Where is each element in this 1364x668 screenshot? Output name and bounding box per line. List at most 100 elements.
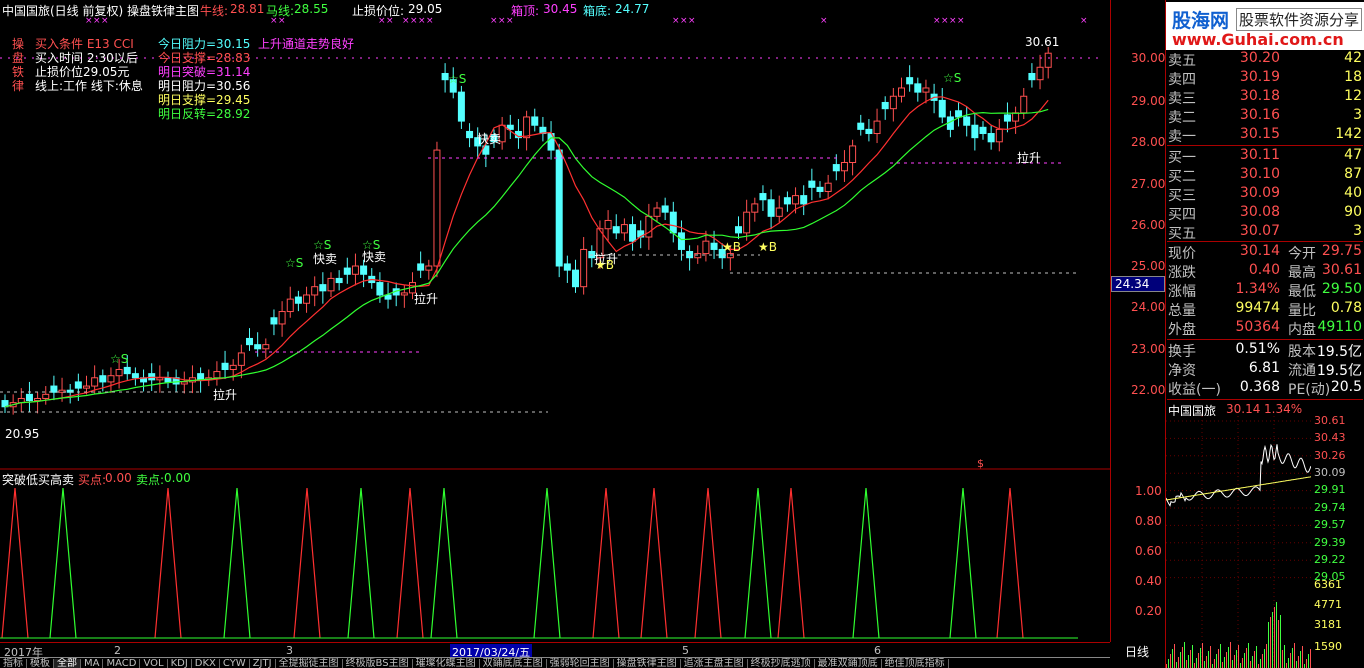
quote-label: 总量 bbox=[1168, 303, 1196, 319]
candle-body bbox=[653, 207, 661, 217]
mini-tick: 29.74 bbox=[1314, 501, 1346, 514]
quote-label: 涨跌 bbox=[1168, 265, 1196, 281]
volume-bar bbox=[1172, 649, 1173, 668]
tab-10[interactable]: 全提掘徒主图 bbox=[276, 659, 343, 668]
buy-level-label: 买二 bbox=[1168, 169, 1196, 185]
volume-bar bbox=[1196, 658, 1197, 668]
volume-bar bbox=[1168, 659, 1169, 668]
tab-9[interactable]: ZJTJ bbox=[250, 659, 276, 668]
tab-12[interactable]: 璀璨化蝶主图 bbox=[413, 659, 480, 668]
tab-19[interactable]: 绝佳顶底指标 bbox=[882, 659, 949, 668]
candle-body bbox=[898, 87, 905, 97]
tab-7[interactable]: DKX bbox=[192, 659, 220, 668]
sell-level-price: 30.16 bbox=[1239, 107, 1280, 123]
volume-bar bbox=[1280, 615, 1281, 668]
sell-fast-1: 快卖 bbox=[477, 132, 502, 146]
tab-17[interactable]: 终极抄底逃顶 bbox=[748, 659, 815, 668]
s-signal-6: ☆S bbox=[943, 71, 962, 85]
tab-11[interactable]: 终极版BS主图 bbox=[343, 659, 413, 668]
mini-tick: 29.22 bbox=[1314, 553, 1346, 566]
tab-2[interactable]: 全部 bbox=[54, 659, 81, 668]
quote-label-2: 内盘 bbox=[1288, 322, 1316, 338]
candle-body bbox=[889, 95, 897, 110]
candle-body bbox=[914, 83, 922, 93]
price-tick-3: 28.00 bbox=[1131, 135, 1166, 149]
tab-18[interactable]: 最准双鋪顶底 bbox=[815, 659, 882, 668]
candle-body bbox=[131, 373, 139, 379]
quote-row: 总量 99474 量比 0.78 bbox=[1168, 300, 1362, 319]
candle-body bbox=[50, 385, 58, 393]
site-logo: 股海网 股票软件资源分享 www.Guhai.com.cn bbox=[1166, 2, 1364, 50]
candle-body bbox=[702, 240, 710, 255]
top-cross-marker: × bbox=[426, 16, 434, 26]
price-tick-4: 27.00 bbox=[1131, 177, 1166, 191]
tab-4[interactable]: MACD bbox=[103, 659, 141, 668]
high-marker: 30.61 bbox=[1025, 35, 1060, 49]
sell-level-price: 30.15 bbox=[1239, 126, 1280, 142]
candle-body bbox=[42, 393, 50, 399]
candle-body bbox=[612, 226, 620, 234]
candle-body bbox=[327, 277, 335, 292]
quote-value: 30.14 bbox=[1239, 243, 1280, 259]
box-bottom-label: 箱底: bbox=[583, 4, 612, 18]
tab-15[interactable]: 操盘铁律主图 bbox=[614, 659, 681, 668]
sub-tick-2: 0.80 bbox=[1135, 514, 1162, 528]
tab-16[interactable]: 追涨主盘主图 bbox=[681, 659, 748, 668]
panel-divider bbox=[1167, 339, 1363, 340]
candle-body bbox=[620, 224, 628, 234]
tab-13[interactable]: 双鋪底底主图 bbox=[480, 659, 547, 668]
fundamental-value-2: 20.5 bbox=[1330, 379, 1362, 395]
volume-bar bbox=[1264, 649, 1265, 668]
price-tick-5: 26.00 bbox=[1131, 218, 1166, 232]
volume-bar bbox=[1192, 645, 1193, 668]
mini-tick: 6361 bbox=[1314, 578, 1342, 591]
tab-3[interactable]: MA bbox=[81, 659, 104, 668]
quote-value-2: 29.75 bbox=[1321, 243, 1362, 259]
volume-bar bbox=[1250, 661, 1251, 668]
tab-6[interactable]: KDJ bbox=[168, 659, 192, 668]
volume-bar bbox=[1216, 654, 1217, 668]
lift-1: 拉升 bbox=[213, 388, 238, 402]
tab-0[interactable]: 指标 bbox=[0, 659, 27, 668]
volume-bar bbox=[1184, 642, 1185, 668]
sub-tick-5: 0.20 bbox=[1135, 604, 1162, 618]
sell-level-row: 卖五 30.20 42 bbox=[1168, 50, 1362, 69]
volume-bar bbox=[1166, 664, 1167, 668]
candle-body bbox=[83, 385, 90, 389]
candle-body bbox=[873, 120, 881, 135]
candle-body bbox=[669, 211, 677, 234]
candle-body bbox=[91, 377, 99, 387]
volume-bar bbox=[1294, 643, 1295, 668]
candle-body bbox=[164, 377, 172, 383]
tab-5[interactable]: VOL bbox=[140, 659, 168, 668]
volume-bar bbox=[1252, 656, 1253, 668]
period-label[interactable]: 日线 bbox=[1125, 643, 1149, 660]
volume-bar bbox=[1258, 664, 1259, 668]
quote-label: 涨幅 bbox=[1168, 284, 1196, 300]
top-cross-marker: × bbox=[820, 16, 828, 26]
candle-body bbox=[294, 296, 302, 304]
sell-level-row: 卖三 30.18 12 bbox=[1168, 88, 1362, 107]
candle-body bbox=[677, 232, 685, 250]
sell-level-price: 30.20 bbox=[1239, 50, 1280, 66]
tab-8[interactable]: CYW bbox=[220, 659, 250, 668]
sub-tick-3: 0.60 bbox=[1135, 544, 1162, 558]
candle-body bbox=[246, 337, 253, 346]
quote-value: 99474 bbox=[1235, 300, 1280, 316]
sell-fast-2: 快卖 bbox=[313, 252, 338, 266]
intraday-mini-chart[interactable] bbox=[1166, 416, 1311, 668]
volume-bar bbox=[1308, 654, 1309, 668]
mini-tick: 29.57 bbox=[1314, 518, 1346, 531]
fundamental-value-2: 19.5亿 bbox=[1316, 363, 1362, 379]
volume-bar bbox=[1244, 653, 1245, 668]
tab-1[interactable]: 模板 bbox=[27, 659, 54, 668]
volume-bar bbox=[1218, 649, 1219, 668]
ma-line-value: 28.55 bbox=[294, 2, 329, 16]
sub-indicator-chart[interactable] bbox=[0, 470, 1110, 642]
volume-bar bbox=[1310, 649, 1311, 668]
candle-body bbox=[767, 199, 775, 217]
panel-divider bbox=[1167, 241, 1363, 242]
candle-body bbox=[792, 195, 800, 205]
stop-loss-label: 止损价位: bbox=[352, 4, 405, 18]
tab-14[interactable]: 强弱轮回主图 bbox=[547, 659, 614, 668]
